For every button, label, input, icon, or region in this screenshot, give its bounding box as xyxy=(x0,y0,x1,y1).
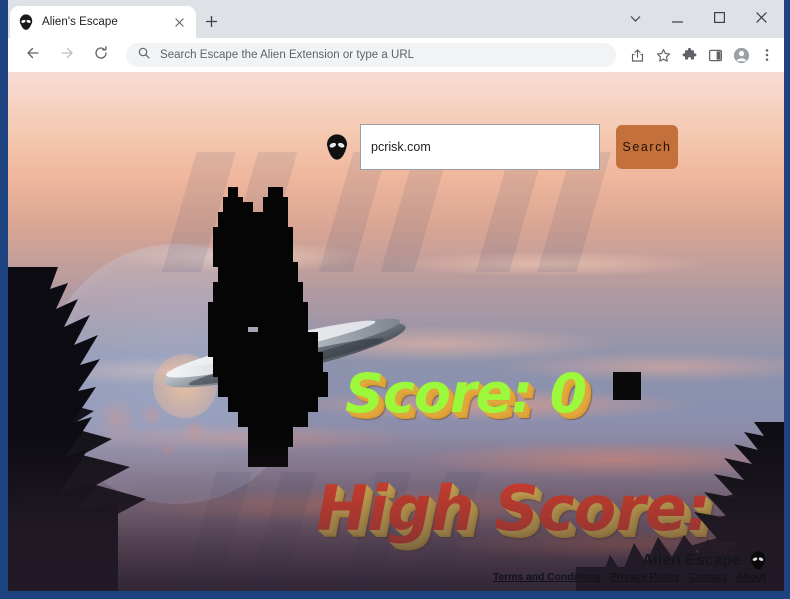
minimize-button[interactable] xyxy=(656,4,698,34)
address-bar-placeholder: Search Escape the Alien Extension or typ… xyxy=(160,49,415,61)
lens-flare-icon xyxy=(96,397,138,439)
game-page: pcrisk.com Search Score: 0 High Score: 1 xyxy=(8,72,784,591)
toolbar-icons xyxy=(624,42,784,68)
tab-title: Alien's Escape xyxy=(42,16,118,28)
bookmark-star-icon[interactable] xyxy=(650,42,676,68)
profile-avatar-icon[interactable] xyxy=(728,42,754,68)
footer-links: Terms and Conditions Privacy Policy Cont… xyxy=(493,571,766,583)
reload-icon xyxy=(93,45,109,66)
window-frame-left xyxy=(0,38,8,599)
window-frame-bottom xyxy=(0,591,790,599)
share-icon[interactable] xyxy=(624,42,650,68)
arrow-right-icon xyxy=(59,45,75,66)
forward-button[interactable] xyxy=(52,40,82,70)
arrow-left-icon xyxy=(25,45,41,66)
browser-tab[interactable]: Alien's Escape xyxy=(10,6,196,38)
maximize-button[interactable] xyxy=(698,4,740,34)
alien-head-icon xyxy=(18,14,34,30)
cloud-band xyxy=(8,222,784,292)
address-bar[interactable]: Search Escape the Alien Extension or typ… xyxy=(126,43,616,67)
search-button[interactable]: Search xyxy=(616,125,678,169)
pixel-alien-bat-sprite xyxy=(208,187,328,467)
footer-link-privacy[interactable]: Privacy Policy xyxy=(610,571,680,583)
search-icon xyxy=(138,46,150,64)
window-frame-right-top xyxy=(784,0,790,38)
more-menu-icon[interactable] xyxy=(754,42,780,68)
browser-toolbar: Search Escape the Alien Extension or typ… xyxy=(8,38,784,72)
score-display: Score: 0 xyxy=(345,362,587,425)
chevron-down-icon xyxy=(630,10,641,28)
back-button[interactable] xyxy=(18,40,48,70)
tab-close-icon[interactable] xyxy=(170,13,188,31)
close-window-button[interactable] xyxy=(740,4,782,34)
reload-button[interactable] xyxy=(86,40,116,70)
tree-silhouette xyxy=(8,267,146,591)
extensions-puzzle-icon[interactable] xyxy=(676,42,702,68)
window-frame-right xyxy=(784,38,790,599)
lens-flare-icon xyxy=(160,442,176,458)
search-input-value: pcrisk.com xyxy=(371,140,431,154)
maximize-icon xyxy=(713,10,725,28)
footer-link-terms[interactable]: Terms and Conditions xyxy=(493,571,601,583)
alien-head-icon xyxy=(326,134,348,160)
tab-search-button[interactable] xyxy=(614,4,656,34)
lens-flare-icon xyxy=(184,419,206,441)
search-input[interactable]: pcrisk.com xyxy=(360,124,600,170)
footer-link-about[interactable]: About xyxy=(736,571,766,583)
close-icon xyxy=(755,10,767,28)
black-square-obstacle xyxy=(613,372,641,400)
window-controls xyxy=(614,0,782,38)
tab-strip: Alien's Escape xyxy=(0,0,790,38)
alien-head-icon xyxy=(750,551,766,570)
extension-search-widget: pcrisk.com Search xyxy=(326,124,678,170)
footer-brand: Alien Escape xyxy=(493,551,766,570)
footer-link-contact[interactable]: Contact xyxy=(689,571,727,583)
lens-flare-icon xyxy=(138,402,164,428)
browser-window: Alien's Escape Search Escape the Alien E… xyxy=(0,0,790,599)
new-tab-button[interactable] xyxy=(200,12,222,34)
plus-icon xyxy=(205,15,218,32)
window-frame-left-top xyxy=(0,0,8,38)
high-score-display: High Score: 1 xyxy=(316,472,773,545)
minimize-icon xyxy=(671,10,683,28)
page-footer: Alien Escape Terms and Conditions Privac… xyxy=(493,551,766,583)
side-panel-icon[interactable] xyxy=(702,42,728,68)
brand-name: Alien Escape xyxy=(642,551,741,569)
